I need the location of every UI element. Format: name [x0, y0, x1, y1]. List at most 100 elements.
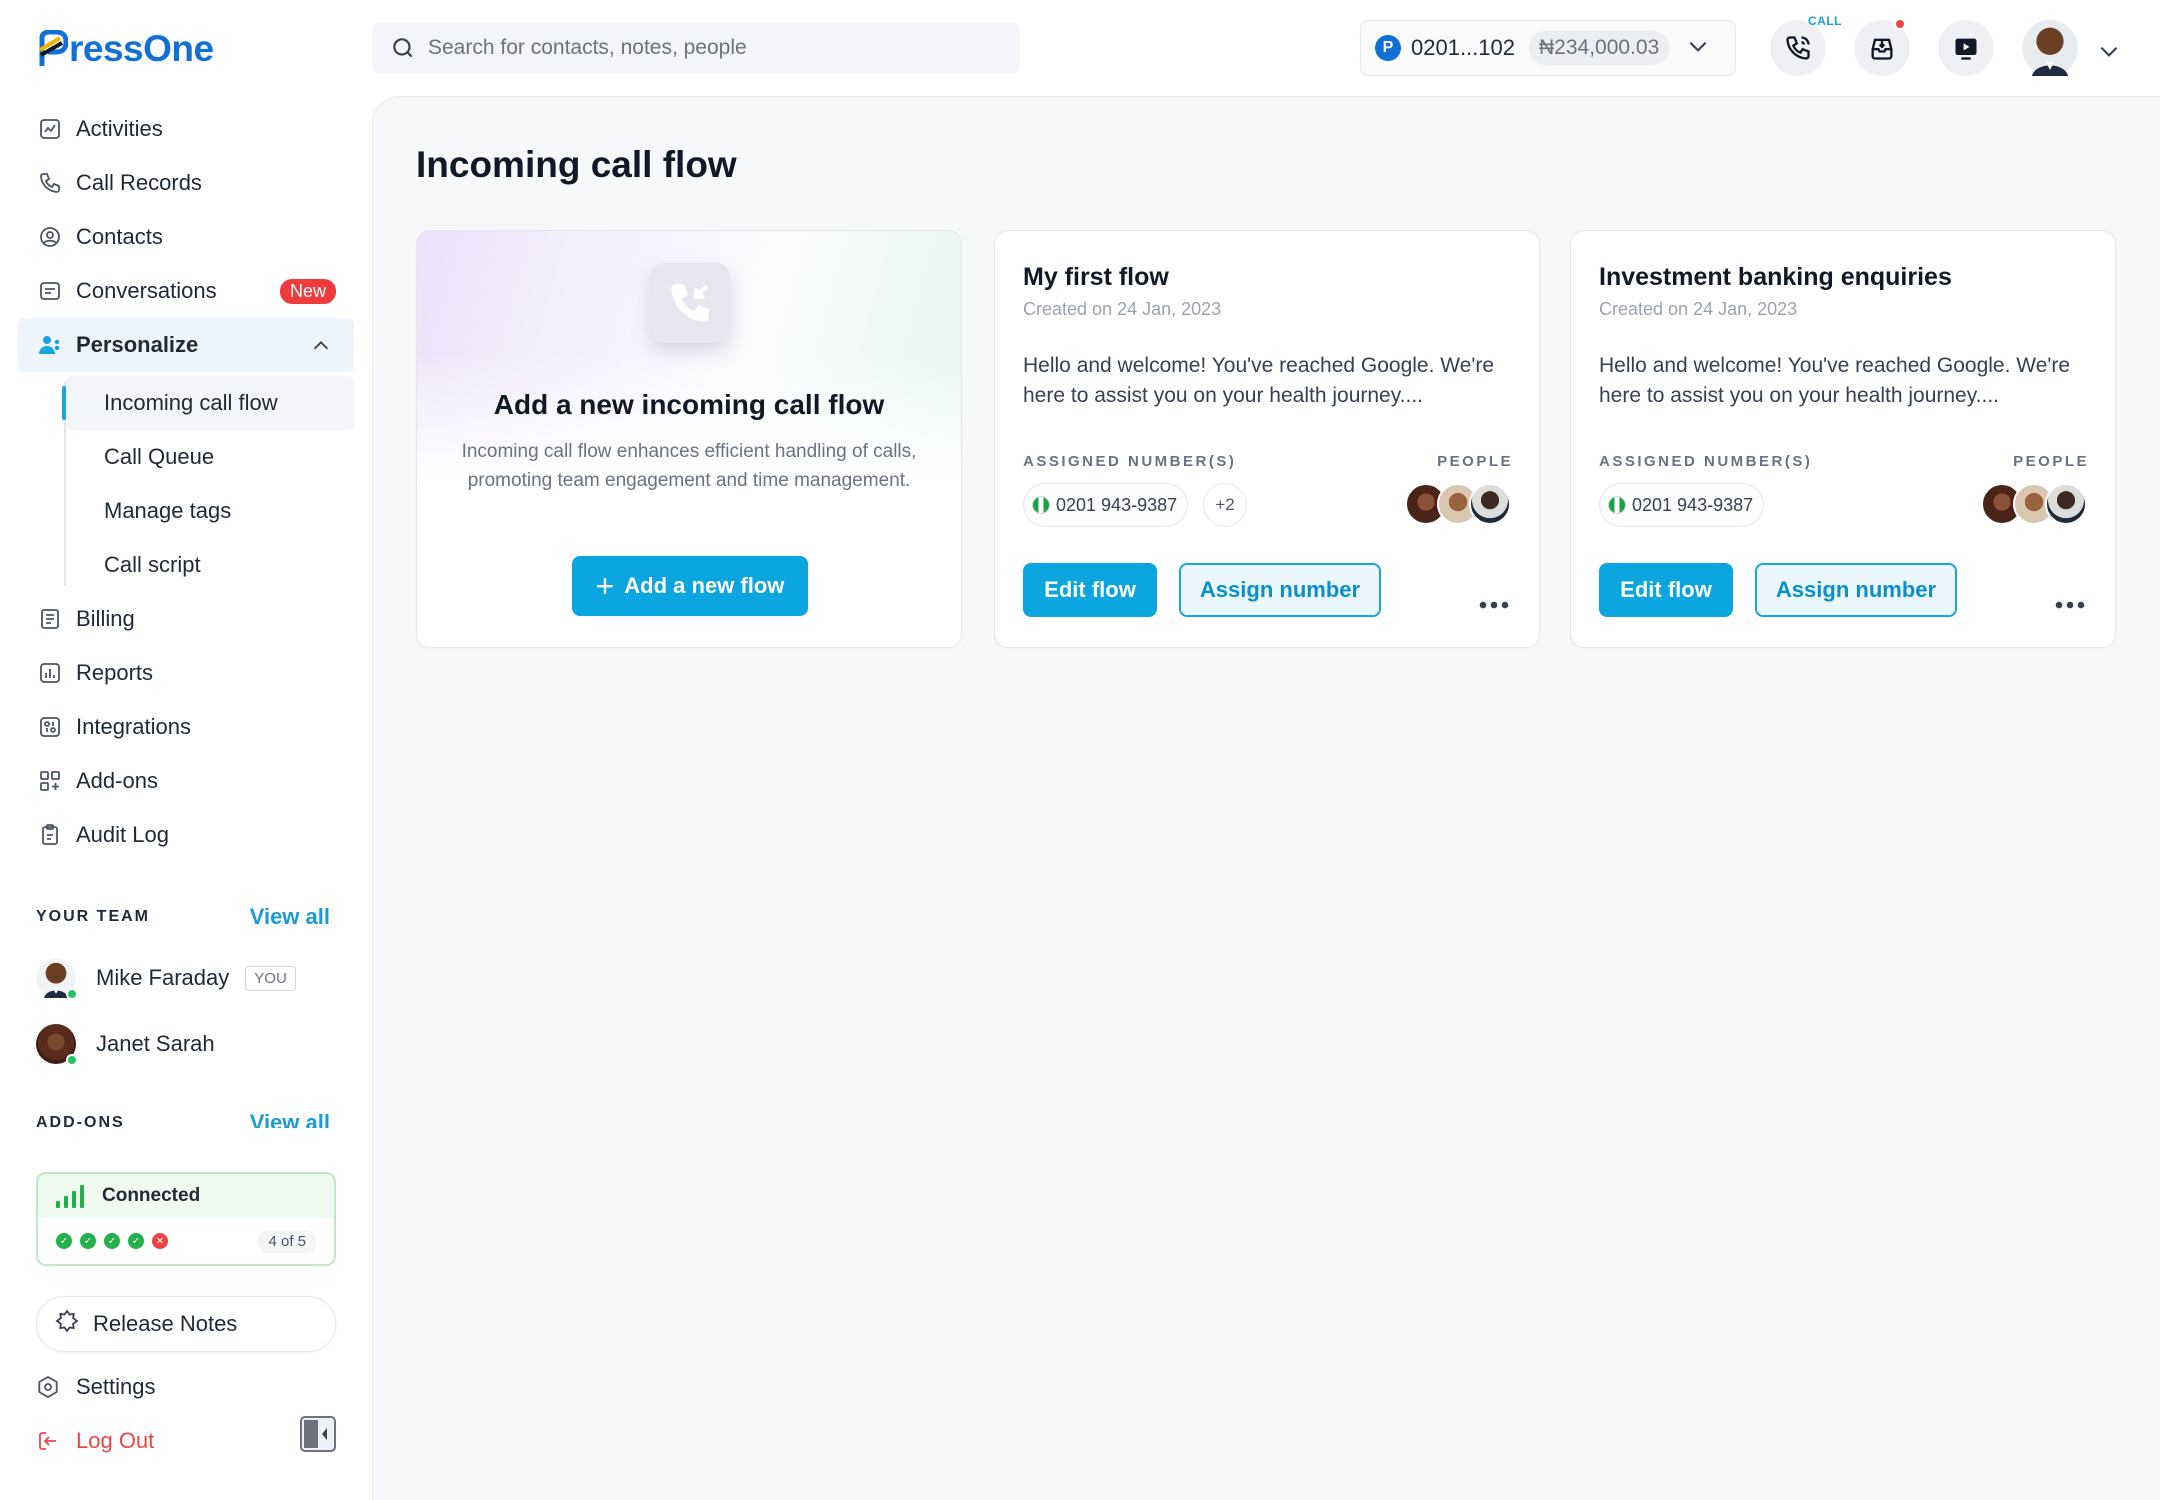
assigned-number-pill[interactable]: 0201 943-9387	[1023, 483, 1189, 527]
call-button[interactable]	[1770, 20, 1826, 76]
check-icon: ✓	[80, 1233, 96, 1249]
nav-personalize[interactable]: Personalize	[18, 318, 354, 372]
team-view-all-link[interactable]: View all	[250, 904, 330, 930]
video-tutorial-button[interactable]	[1938, 20, 1994, 76]
nav-call-records[interactable]: Call Records	[18, 156, 354, 210]
clipboard-icon	[36, 821, 64, 849]
connection-check-dots: ✓ ✓ ✓ ✓ ✕	[56, 1233, 168, 1249]
more-options-icon[interactable]	[2055, 596, 2085, 614]
personalize-subnav: Incoming call flow Call Queue Manage tag…	[46, 376, 354, 592]
inbox-download-icon	[1868, 34, 1896, 62]
subnav-label: Incoming call flow	[104, 390, 278, 415]
nav-reports[interactable]: Reports	[18, 646, 354, 700]
team-member-janet[interactable]: Janet Sarah	[36, 1024, 215, 1066]
you-tag: YOU	[245, 965, 296, 991]
assigned-number: 0201 943-9387	[1632, 494, 1754, 515]
page-title: Incoming call flow	[416, 144, 737, 185]
subnav-label: Call Queue	[104, 444, 215, 469]
addons-section-title: ADD-ONS	[36, 1114, 125, 1128]
connection-status-text: Connected	[102, 1185, 201, 1206]
subnav-call-script[interactable]: Call script	[66, 538, 354, 592]
message-square-icon	[36, 277, 64, 305]
x-icon: ✕	[152, 1233, 168, 1249]
nav-conversations-label: Conversations	[76, 278, 217, 303]
people-avatars[interactable]	[1981, 483, 2087, 525]
nav-integrations[interactable]: Integrations	[18, 700, 354, 754]
online-indicator	[66, 1054, 78, 1066]
people-avatars[interactable]	[1405, 483, 1511, 525]
subnav-manage-tags[interactable]: Manage tags	[66, 484, 354, 538]
bar-chart-icon	[36, 659, 64, 687]
assigned-number-pill[interactable]: 0201 943-9387	[1599, 483, 1765, 527]
addons-section-header: ADD-ONS View all	[36, 1110, 330, 1128]
subnav-incoming-call-flow[interactable]: Incoming call flow	[62, 376, 354, 430]
user-circle-icon	[36, 223, 64, 251]
account-selector[interactable]: P 0201...102 ₦234,000.03	[1360, 20, 1736, 76]
add-flow-description: Incoming call flow enhances efficient ha…	[461, 441, 917, 491]
user-avatar[interactable]	[2022, 20, 2078, 76]
addons-view-all-link[interactable]: View all	[250, 1110, 330, 1128]
nav-conversations[interactable]: Conversations New	[18, 264, 354, 318]
activity-chart-icon	[36, 115, 64, 143]
nav-call-records-label: Call Records	[76, 170, 202, 195]
pressone-account-icon: P	[1375, 35, 1401, 61]
people-label: PEOPLE	[1437, 453, 1513, 470]
logout-label: Log Out	[76, 1428, 155, 1453]
settings-link[interactable]: Settings	[36, 1374, 156, 1400]
incoming-call-icon	[650, 263, 730, 343]
play-screen-icon	[1952, 34, 1980, 62]
team-section-title: YOUR TEAM	[36, 908, 150, 925]
sparkle-badge-icon	[55, 1309, 79, 1339]
nav-contacts[interactable]: Contacts	[18, 210, 354, 264]
more-options-icon[interactable]	[1479, 596, 1509, 614]
member-name: Janet Sarah	[96, 1031, 215, 1056]
nav-integrations-label: Integrations	[76, 714, 191, 739]
assign-number-button[interactable]: Assign number	[1179, 563, 1381, 617]
nav-billing-label: Billing	[76, 606, 135, 631]
nav-reports-label: Reports	[76, 660, 154, 685]
phone-icon	[36, 169, 64, 197]
nav-activities[interactable]: Activities	[18, 102, 354, 156]
release-notes-label: Release Notes	[93, 1311, 238, 1336]
avatar	[36, 1024, 78, 1066]
add-new-flow-button[interactable]: + Add a new flow	[572, 556, 808, 616]
avatar	[1469, 483, 1511, 525]
edit-flow-button[interactable]: Edit flow	[1599, 563, 1733, 617]
collapse-sidebar-icon[interactable]	[300, 1416, 336, 1452]
main-nav: Activities Call Records Contacts Convers…	[18, 102, 354, 862]
search-input[interactable]	[428, 36, 988, 60]
logout-link[interactable]: Log Out	[36, 1428, 154, 1454]
edit-flow-button[interactable]: Edit flow	[1023, 563, 1157, 617]
avatar	[36, 958, 78, 1000]
flow-card[interactable]: Investment banking enquiries Created on …	[1570, 230, 2116, 648]
team-member-mike[interactable]: Mike Faraday YOU	[36, 958, 296, 1000]
nigeria-flag-icon	[1032, 496, 1050, 514]
add-flow-card: Add a new incoming call flow Incoming ca…	[416, 230, 962, 648]
subnav-call-queue[interactable]: Call Queue	[66, 430, 354, 484]
flow-title: My first flow	[1023, 263, 1169, 291]
chevron-down-icon	[1685, 33, 1711, 64]
chevron-up-icon[interactable]	[310, 335, 332, 363]
flow-card[interactable]: My first flow Created on 24 Jan, 2023 He…	[994, 230, 1540, 648]
logout-icon	[36, 1429, 64, 1453]
check-icon: ✓	[104, 1233, 120, 1249]
connection-checks: ✓ ✓ ✓ ✓ ✕ 4 of 5	[38, 1218, 334, 1264]
nav-personalize-label: Personalize	[76, 332, 199, 357]
call-tag: CALL	[1808, 14, 1842, 28]
more-numbers-pill[interactable]: +2	[1203, 483, 1247, 527]
chevron-down-icon[interactable]	[2096, 38, 2122, 69]
pressone-logo[interactable]: ressOne	[38, 28, 214, 70]
nav-add-ons[interactable]: Add-ons	[18, 754, 354, 808]
grid-plus-icon	[36, 767, 64, 795]
nav-contacts-label: Contacts	[76, 224, 163, 249]
connection-status-card[interactable]: Connected ✓ ✓ ✓ ✓ ✕ 4 of 5	[36, 1172, 336, 1266]
settings-label: Settings	[76, 1374, 156, 1399]
release-notes-button[interactable]: Release Notes	[36, 1296, 336, 1352]
assign-number-button[interactable]: Assign number	[1755, 563, 1957, 617]
receipt-icon	[36, 605, 64, 633]
check-icon: ✓	[128, 1233, 144, 1249]
nav-audit-log[interactable]: Audit Log	[18, 808, 354, 862]
nav-billing[interactable]: Billing	[18, 592, 354, 646]
search-bar[interactable]	[372, 22, 1020, 74]
sliders-icon	[36, 713, 64, 741]
